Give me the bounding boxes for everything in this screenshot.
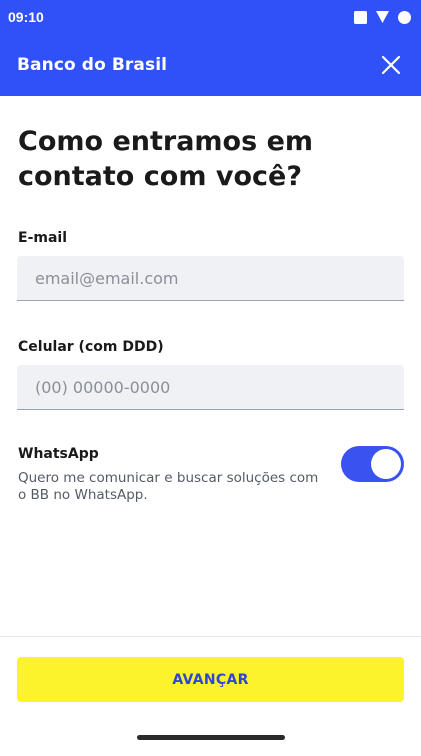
signal-icon bbox=[376, 11, 389, 23]
status-bar: 09:10 bbox=[0, 0, 421, 34]
whatsapp-title: WhatsApp bbox=[18, 446, 99, 462]
page-title: Como entramos em contato com você? bbox=[18, 126, 314, 192]
phone-label: Celular (com DDD) bbox=[18, 339, 164, 355]
close-button[interactable] bbox=[379, 53, 403, 77]
phone-field[interactable] bbox=[17, 365, 404, 410]
app-title: Banco do Brasil bbox=[17, 55, 168, 75]
home-indicator bbox=[137, 735, 285, 740]
close-icon bbox=[381, 55, 401, 75]
email-field[interactable] bbox=[17, 256, 404, 301]
battery-icon bbox=[398, 10, 411, 24]
app-bar: Banco do Brasil bbox=[0, 34, 421, 96]
whatsapp-description: Quero me comunicar e buscar soluções com… bbox=[18, 470, 319, 503]
email-label: E-mail bbox=[18, 230, 68, 246]
whatsapp-toggle[interactable] bbox=[341, 446, 404, 482]
toggle-knob bbox=[371, 449, 401, 479]
square-icon bbox=[354, 10, 367, 24]
advance-button[interactable]: AVANÇAR bbox=[17, 657, 404, 702]
footer-divider bbox=[0, 636, 421, 637]
status-icons bbox=[354, 10, 411, 24]
status-time: 09:10 bbox=[8, 9, 44, 25]
